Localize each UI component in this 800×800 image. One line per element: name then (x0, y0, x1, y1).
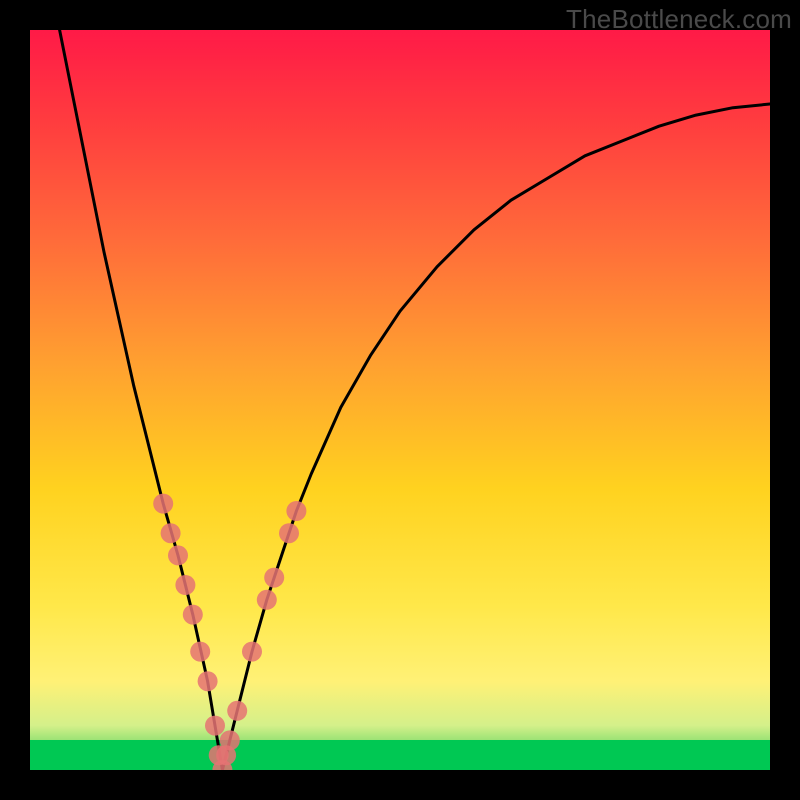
watermark-text: TheBottleneck.com (566, 4, 792, 35)
green-optimal-band (30, 740, 770, 770)
data-marker (279, 523, 299, 543)
data-marker (198, 671, 218, 691)
data-marker (220, 730, 240, 750)
data-marker (264, 568, 284, 588)
data-marker (168, 545, 188, 565)
gradient-background (30, 30, 770, 770)
data-marker (242, 642, 262, 662)
data-marker (183, 605, 203, 625)
data-marker (227, 701, 247, 721)
data-marker (175, 575, 195, 595)
data-marker (205, 716, 225, 736)
data-marker (286, 501, 306, 521)
chart-frame: TheBottleneck.com (0, 0, 800, 800)
bottleneck-plot (30, 30, 770, 770)
data-marker (153, 494, 173, 514)
data-marker (257, 590, 277, 610)
data-marker (190, 642, 210, 662)
data-marker (161, 523, 181, 543)
